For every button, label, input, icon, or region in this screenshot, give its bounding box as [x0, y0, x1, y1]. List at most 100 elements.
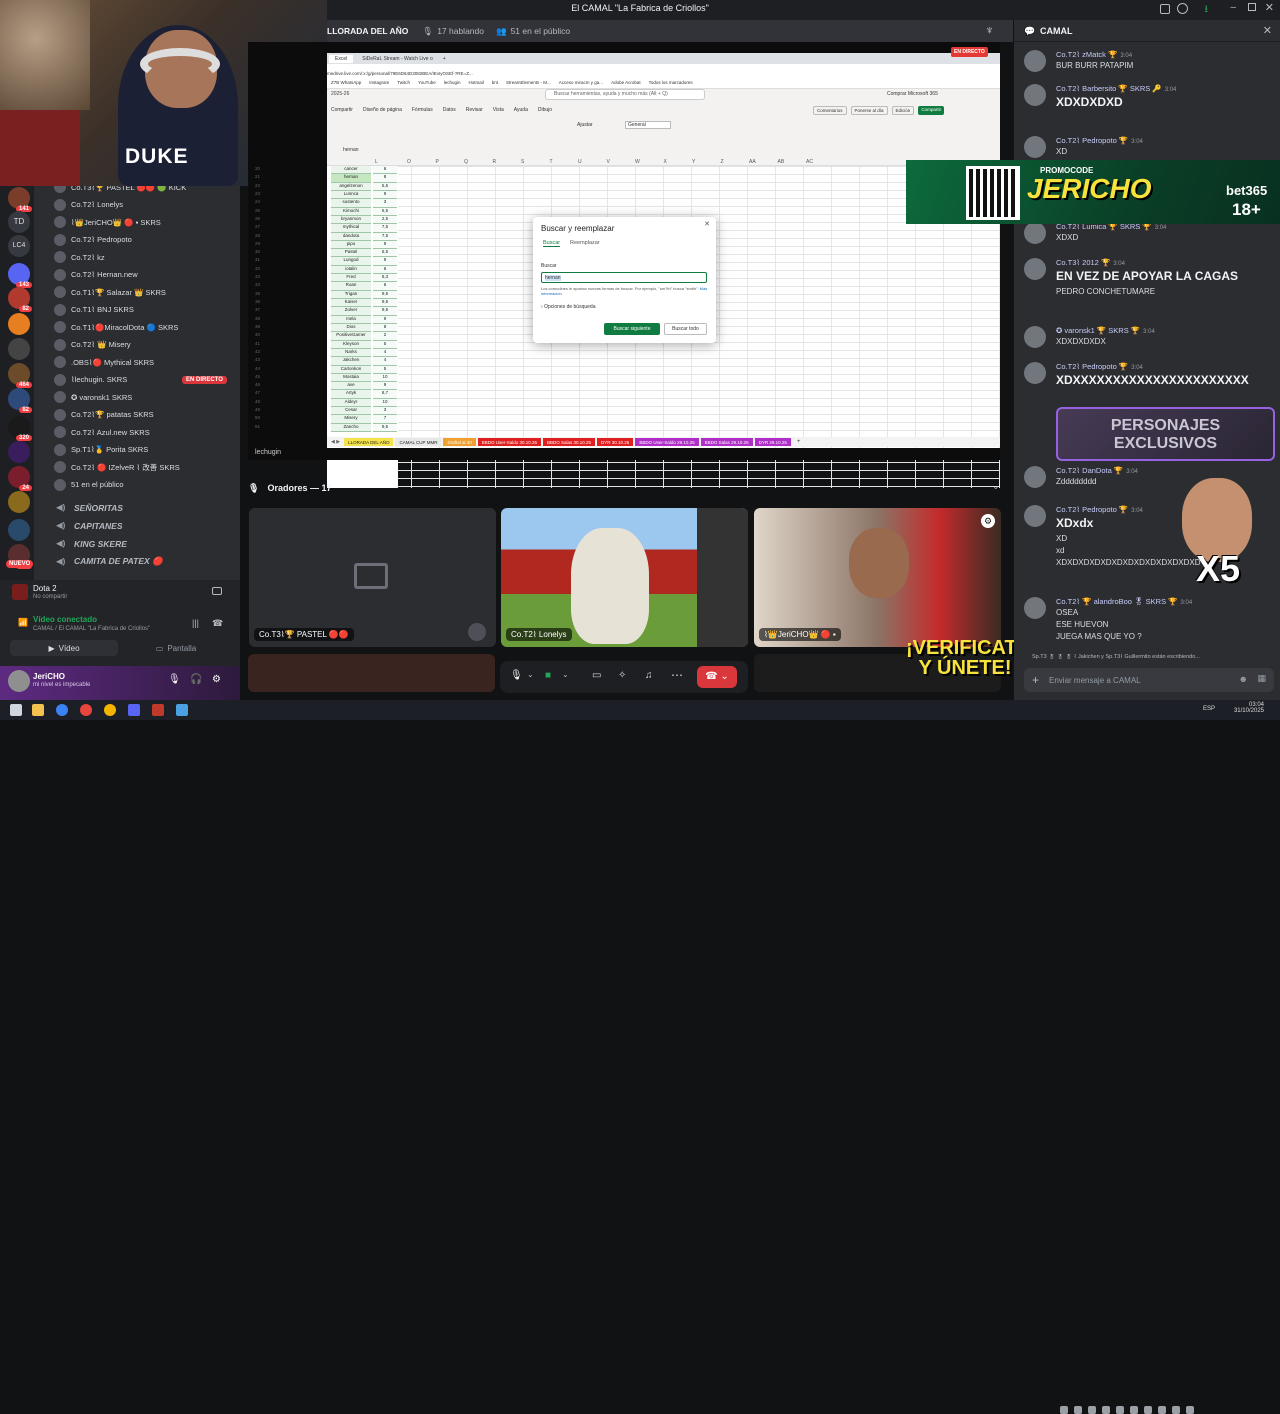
score-cell[interactable]: 6,5 — [373, 249, 397, 258]
chat-username[interactable]: Co.T2⌇ Barbersito 🏆 SKRS 🔑 — [1056, 84, 1162, 93]
channel-senoritas[interactable]: ◀) SEÑORITAS — [56, 501, 123, 514]
score-cell[interactable]: 5 — [373, 365, 397, 374]
score-cell[interactable]: 9 — [373, 257, 397, 266]
column-header[interactable]: V — [607, 159, 610, 165]
more-options-icon[interactable]: ⋯ — [671, 668, 683, 682]
speaker-tile-jericho[interactable]: ⚙ ⌇👑JeriCHO👑 🔴 ▪ — [754, 508, 1001, 647]
player-name-cell[interactable]: mythical — [331, 224, 371, 233]
voice-user[interactable]: Co.T1⌇ BNJ SKRS — [54, 303, 232, 316]
player-name-cell[interactable]: sustento — [331, 199, 371, 208]
tray-icon[interactable] — [1060, 1406, 1068, 1414]
speakers-header[interactable]: 🎙 Oradores — 17 — [248, 478, 1000, 498]
microphone-icon[interactable]: 🎙 — [510, 670, 523, 681]
score-cell[interactable]: 4 — [373, 357, 397, 366]
noise-suppression-icon[interactable]: ||| — [192, 618, 199, 628]
plus-icon[interactable]: + — [1032, 673, 1039, 687]
file-explorer-icon[interactable] — [32, 704, 44, 716]
find-all-button[interactable]: Buscar todo — [664, 323, 707, 335]
voice-user[interactable]: Sp.T1⌇🥇 Porita SKRS — [54, 443, 232, 456]
catch-up-button[interactable]: Ponerse al día — [850, 106, 888, 115]
server-icon[interactable]: 82 — [8, 388, 32, 413]
avatar[interactable] — [1024, 136, 1046, 158]
language-indicator[interactable]: ESP — [1203, 706, 1215, 712]
column-header[interactable]: O — [407, 159, 411, 165]
player-name-cell[interactable]: Artyk — [331, 390, 371, 399]
player-name-cell[interactable]: Kaiser — [331, 299, 371, 308]
column-header[interactable]: AB — [778, 159, 785, 165]
player-name-cell[interactable]: Carlonkon — [331, 365, 371, 374]
bookmark-link[interactable]: lechugin — [444, 80, 461, 85]
screen-share-icon[interactable]: ▭ — [592, 670, 601, 681]
score-cell[interactable]: 8 — [373, 323, 397, 333]
avatar[interactable] — [8, 670, 30, 692]
chat-username[interactable]: Co.T2⌇ Pedropoto 🏆 — [1056, 136, 1128, 145]
server-icon[interactable] — [8, 441, 30, 463]
player-name-cell[interactable]: Lunnca — [331, 190, 371, 200]
bookmark-link[interactable]: StreamElements - M... — [506, 80, 551, 85]
tray-icon[interactable] — [1172, 1406, 1180, 1414]
tray-icon[interactable] — [1116, 1406, 1124, 1414]
wrap-text-button[interactable]: Ajustar — [577, 122, 593, 128]
voice-user[interactable]: Co.T2⌇ 👑 Misery — [54, 338, 232, 351]
avatar[interactable] — [1024, 222, 1046, 244]
bookmark-link[interactable]: Acceso miracm y ga... — [559, 80, 603, 85]
score-cell[interactable]: 7,5 — [373, 232, 397, 241]
player-name-cell[interactable]: angelzenon — [331, 182, 371, 191]
column-header[interactable]: R — [493, 159, 497, 165]
player-name-cell[interactable]: iotalin — [331, 265, 371, 275]
chat-message[interactable]: Co.T2⌇ 🏆 alandroBoo 🎖 SKRS 🏆 3:04 OSEA ESE … — [1024, 597, 1274, 641]
score-cell[interactable]: 6 — [373, 265, 397, 275]
score-cell[interactable]: 7 — [373, 415, 397, 424]
avatar[interactable] — [1024, 84, 1046, 106]
video-button[interactable]: ▶ Vídeo — [10, 640, 118, 656]
server-icon[interactable] — [8, 338, 30, 360]
player-name-cell[interactable]: ave — [331, 382, 371, 391]
chat-input[interactable]: + Enviar mensaje a CAMAL ☻ ▦ — [1024, 668, 1274, 692]
channel-king-skere[interactable]: ◀) KING SKERE — [56, 537, 127, 550]
voice-user[interactable]: Co.T2⌇ Lonelys — [54, 198, 232, 211]
chat-username[interactable]: Co.T2⌇ Pedropoto 🏆 — [1056, 505, 1128, 514]
ribbon-tab[interactable]: Revisar — [466, 107, 483, 113]
bookmark-link[interactable]: Todos los marcadores — [649, 80, 693, 85]
activity-icon[interactable]: ✧ — [618, 670, 626, 681]
excel-search-box[interactable]: Buscar herramientas, ayuda y mucho más (… — [545, 89, 705, 100]
ribbon-tab[interactable]: Datos — [443, 107, 456, 113]
player-name-cell[interactable]: Zolver — [331, 307, 371, 316]
player-name-cell[interactable]: Narks — [331, 348, 371, 358]
browser-icon[interactable] — [56, 704, 68, 716]
server-icon[interactable] — [8, 313, 30, 335]
score-cell[interactable]: 10 — [373, 398, 397, 408]
settings-gear-icon[interactable]: ⚙ — [212, 674, 221, 685]
server-icon[interactable]: 464 — [8, 363, 32, 388]
chat-message[interactable]: Co.T2⌇ Pedropoto 🏆 3:04 XDXXXXXXXXXXXXXXXX… — [1024, 362, 1274, 402]
voice-user[interactable]: Co.T2⌇ Pedropoto — [54, 233, 232, 246]
chrome-icon[interactable] — [80, 704, 92, 716]
browser-tab[interactable]: Excel — [329, 54, 354, 63]
screen-share-icon[interactable] — [212, 587, 222, 595]
player-name-cell[interactable]: Kimochi — [331, 207, 371, 216]
ribbon-tab[interactable]: Diseño de página — [363, 107, 402, 113]
tray-icon[interactable] — [1186, 1406, 1194, 1414]
share-button[interactable]: Compartir — [918, 106, 945, 115]
column-header[interactable]: Q — [464, 159, 468, 165]
chat-username[interactable]: ✪ varonsk1 🏆 SKRS 🏆 — [1056, 326, 1140, 335]
score-cell[interactable]: 6,5 — [373, 207, 397, 216]
camera-icon[interactable]: ■ — [545, 670, 551, 681]
discord-icon[interactable] — [128, 704, 140, 716]
search-options-toggle[interactable]: › Opciones de búsqueda — [541, 304, 596, 310]
speaker-tile-extra[interactable] — [248, 654, 495, 692]
microphone-icon[interactable]: 🎙 — [168, 674, 181, 685]
ribbon-tab[interactable]: Ayuda — [514, 107, 528, 113]
speaker-tile-lonelys[interactable]: Co.T2⌇ Lonelys — [501, 508, 748, 647]
bookmark-link[interactable]: YouTube — [418, 80, 436, 85]
tab-nav-icons[interactable]: ◀ ▶ — [331, 439, 340, 445]
column-header[interactable]: U — [578, 159, 582, 165]
stage-mod-icon[interactable]: ♆ — [985, 23, 994, 37]
tray-icon[interactable] — [1144, 1406, 1152, 1414]
column-header[interactable]: W — [635, 159, 640, 165]
voice-user[interactable]: Co.T2⌇ Azul.new SKRS — [54, 426, 232, 438]
bookmark-link[interactable]: Z7B WhatsApp — [331, 80, 361, 85]
sheet-tab[interactable]: Draftal al 30 — [443, 438, 476, 446]
tab-replace[interactable]: Reemplazar — [570, 240, 600, 246]
sheet-tab[interactable]: BBDO Salas 30.10.25 — [543, 438, 596, 446]
